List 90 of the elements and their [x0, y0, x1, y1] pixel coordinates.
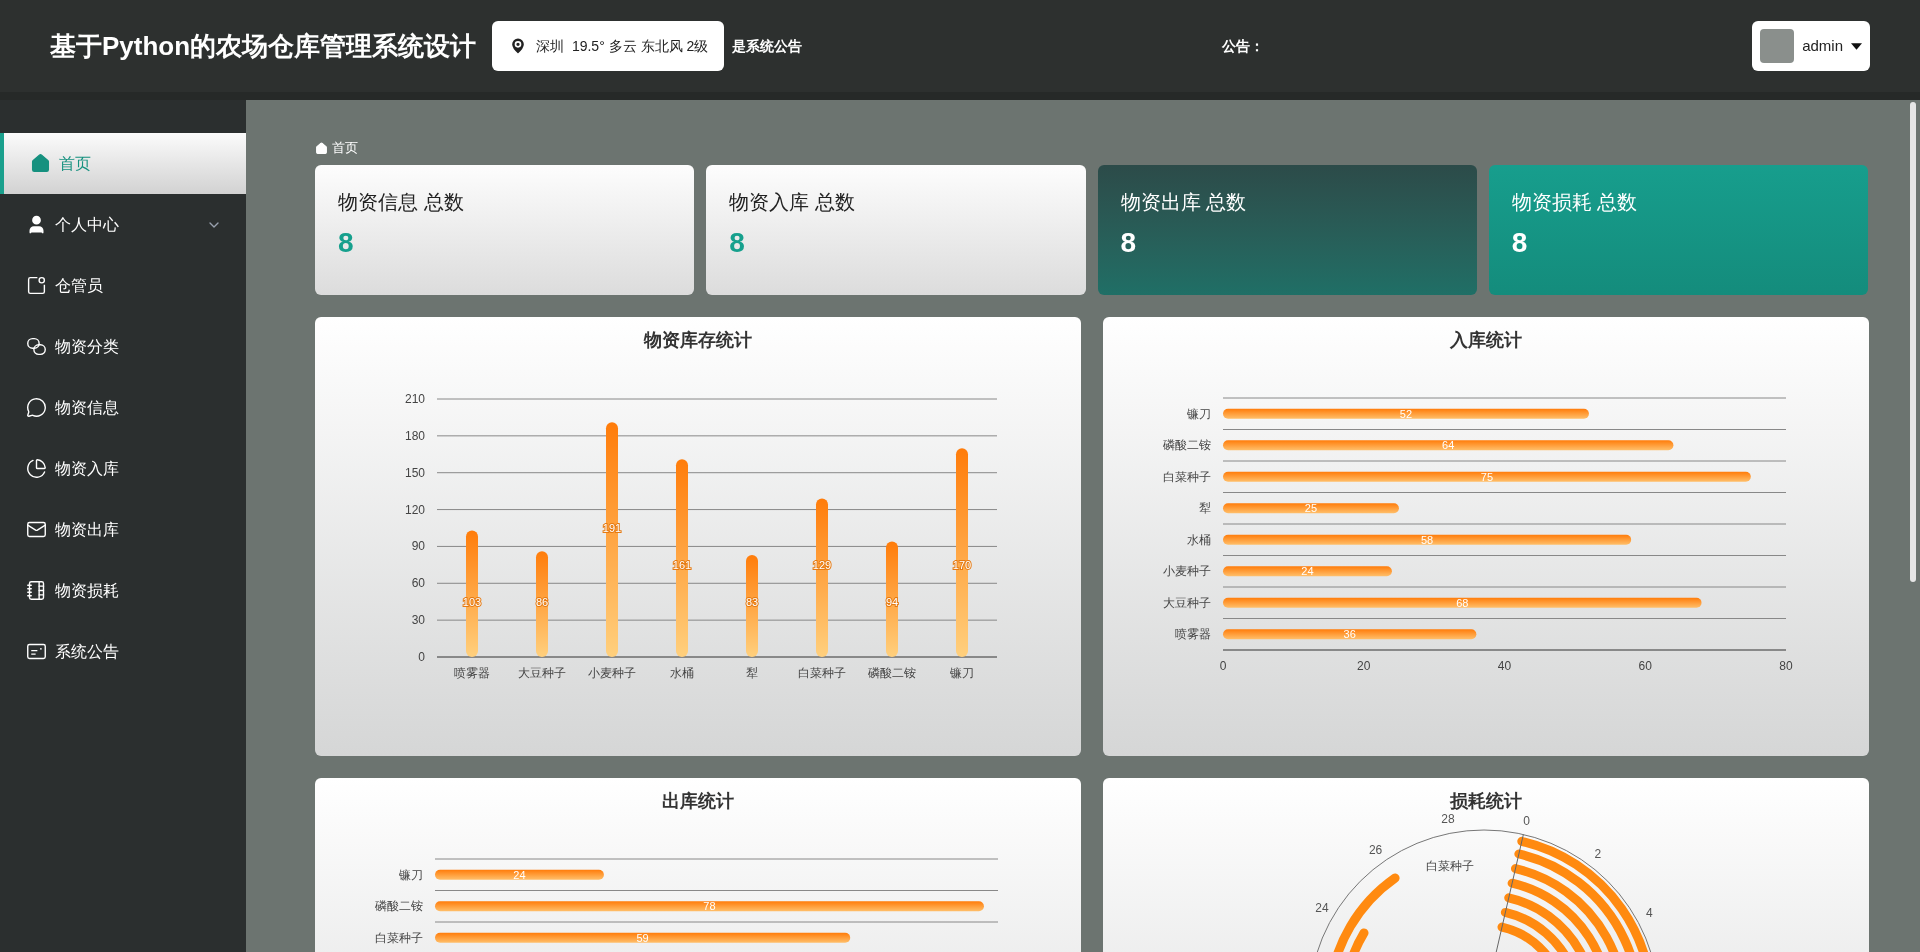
home-icon — [30, 153, 51, 174]
axis-tick-label: 90 — [411, 539, 425, 554]
user-menu-button[interactable]: admin — [1752, 21, 1870, 71]
bar-value-label: 25 — [1304, 502, 1318, 515]
bar-value-label: 94 — [885, 595, 899, 608]
id-card-icon — [26, 641, 47, 662]
stat-label: 物资入库 总数 — [729, 190, 856, 215]
scrollbar[interactable] — [1910, 102, 1916, 582]
pie-chart-icon — [26, 458, 47, 479]
bar-value-label: 58 — [1420, 533, 1434, 546]
bar-value-label: 36 — [1343, 628, 1356, 641]
caret-icon — [1851, 42, 1862, 50]
category-label: 白菜种子 — [375, 930, 423, 945]
sidebar-item[interactable]: 系统公告 — [0, 621, 246, 682]
avatar-placeholder — [1760, 29, 1795, 63]
notice-label: 公告： — [1222, 36, 1265, 56]
bar-value-label: 59 — [636, 931, 649, 944]
category-label: 磷酸二铵 — [868, 666, 916, 680]
category-label: 磷酸二铵 — [375, 899, 423, 914]
bar-value-label: 24 — [1301, 565, 1314, 578]
category-label: 大豆种子 — [518, 666, 566, 680]
category-label: 磷酸二铵 — [1163, 438, 1211, 453]
axis-tick-label: 30 — [411, 613, 425, 628]
category-label: 水桶 — [1187, 532, 1211, 547]
chart-title: 出库统计 — [662, 790, 734, 813]
sidebar-item[interactable]: 物资出库 — [0, 499, 246, 560]
sidebar-item[interactable]: 物资损耗 — [0, 560, 246, 621]
angle-tick-label: 4 — [1645, 906, 1653, 921]
angle-tick-label: 0 — [1523, 813, 1530, 828]
bar-value-label: 75 — [1480, 470, 1494, 483]
axis-tick-label: 60 — [1638, 659, 1652, 673]
bar-value-label: 52 — [1399, 407, 1413, 420]
notebook-icon — [26, 580, 47, 601]
category-label: 小麦种子 — [1163, 564, 1211, 579]
axis-tick-label: 60 — [411, 576, 425, 591]
home-icon — [315, 141, 328, 155]
weather-text: 深圳 19.5° 多云 东北风 2级 — [536, 36, 709, 56]
axis-tick-label: 120 — [404, 502, 425, 517]
sidebar-item[interactable]: 物资分类 — [0, 316, 246, 377]
bar-value-label: 24 — [513, 868, 526, 881]
axis-tick-label: 20 — [1357, 659, 1371, 673]
envelope-icon — [26, 519, 47, 540]
angle-tick-label: 26 — [1368, 843, 1383, 858]
sidebar-item[interactable]: 物资信息 — [0, 377, 246, 438]
category-label: 小麦种子 — [588, 666, 636, 680]
category-label: 镰刀 — [950, 666, 974, 680]
sidebar-item[interactable]: 物资入库 — [0, 438, 246, 499]
axis-tick-label: 0 — [1219, 659, 1227, 673]
stat-label: 物资信息 总数 — [338, 190, 465, 215]
stat-value: 8 — [729, 229, 746, 257]
badge-square-icon — [26, 275, 47, 296]
axis-tick-label: 0 — [418, 650, 425, 664]
category-label: 喷雾器 — [454, 666, 490, 680]
app-title: 基于Python的农场仓库管理系统设计 — [50, 29, 477, 63]
linked-rings-icon — [26, 336, 47, 357]
category-label: 白菜种子 — [1426, 859, 1474, 873]
stat-label: 物资出库 总数 — [1120, 190, 1248, 215]
sidebar-item[interactable]: 个人中心 — [0, 194, 246, 255]
category-label: 水桶 — [670, 666, 694, 680]
bar-value-label: 86 — [535, 595, 549, 608]
angle-tick-label: 28 — [1441, 812, 1455, 827]
notice-marquee: 是系统公告 — [732, 36, 803, 56]
chart-title: 入库统计 — [1450, 329, 1522, 352]
angle-tick-label: 24 — [1315, 900, 1329, 915]
sidebar-item[interactable]: 仓管员 — [0, 255, 246, 316]
bar-value-label: 68 — [1456, 596, 1469, 609]
category-label: 犁 — [746, 666, 758, 680]
stat-value: 8 — [338, 229, 355, 257]
category-label: 犁 — [1199, 501, 1211, 516]
category-label: 喷雾器 — [1175, 627, 1211, 642]
axis-tick-label: 210 — [404, 392, 425, 406]
category-label: 白菜种子 — [1163, 469, 1211, 484]
chat-bubble-icon — [26, 397, 47, 418]
axis-tick-label: 180 — [404, 428, 425, 443]
bar-value-label: 78 — [703, 900, 716, 913]
bar-value-label: 83 — [745, 595, 759, 608]
axis-tick-label: 80 — [1779, 659, 1793, 673]
stat-label: 物资损耗 总数 — [1511, 190, 1639, 215]
angle-tick-label: 2 — [1594, 847, 1602, 862]
axis-tick-label: 150 — [404, 465, 425, 480]
breadcrumb-link[interactable]: 首页 — [332, 138, 358, 158]
category-label: 镰刀 — [399, 867, 423, 882]
axis-tick-label: 40 — [1497, 659, 1512, 673]
bar-value-label: 64 — [1442, 439, 1455, 452]
category-label: 镰刀 — [1187, 406, 1211, 421]
chart-title: 物资库存统计 — [644, 329, 752, 352]
stat-value: 8 — [1511, 229, 1529, 257]
category-label: 大豆种子 — [1163, 595, 1211, 610]
stat-value: 8 — [1120, 229, 1138, 257]
category-label: 白菜种子 — [798, 666, 846, 680]
